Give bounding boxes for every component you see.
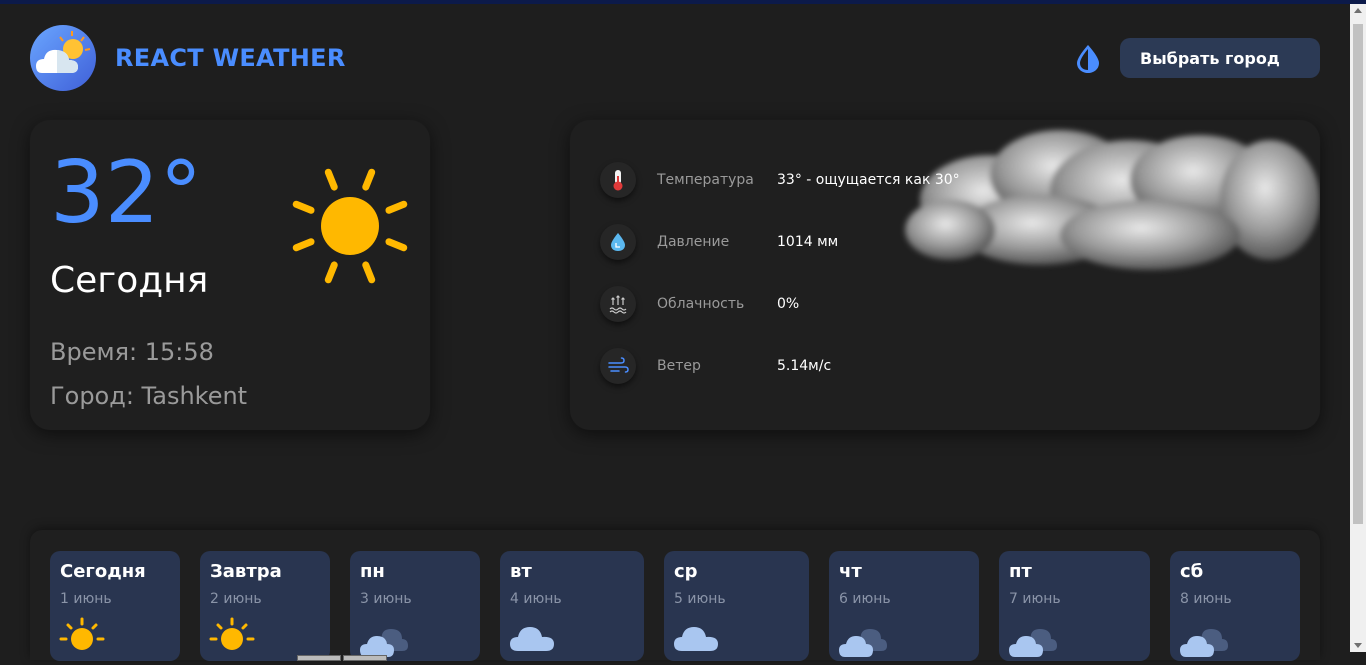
day-name: пн [360, 561, 385, 582]
day-date: 2 июнь [210, 591, 262, 607]
taskbar-fragment [297, 646, 391, 661]
detail-row-pressure: Давление 1014 мм [600, 224, 1000, 260]
page-scrollbar[interactable] [1350, 4, 1366, 652]
day-card-6[interactable]: пт 7 июнь [999, 551, 1150, 661]
detail-label: Облачность [657, 296, 745, 312]
sun-icon [59, 617, 105, 650]
scroll-down-arrow-icon[interactable] [1354, 643, 1362, 648]
cloud-icon [510, 627, 554, 651]
thermometer-icon [600, 162, 636, 198]
detail-row-cloudiness: Облачность 0% [600, 286, 1000, 322]
day-name: Завтра [210, 561, 282, 582]
day-card-7[interactable]: сб 8 июнь [1170, 551, 1300, 661]
today-weather-card: 32° Сегодня Время: 15:58 Город: Tashkent [30, 120, 430, 430]
day-name: ср [674, 561, 698, 582]
day-card-0[interactable]: Сегодня 1 июнь [50, 551, 180, 661]
cloudiness-icon [600, 286, 636, 322]
detail-value: 1014 мм [777, 234, 839, 250]
sun-icon [292, 168, 408, 284]
day-date: 5 июнь [674, 591, 726, 607]
cloudy-icon [839, 629, 887, 657]
taskbar-item[interactable] [297, 655, 341, 661]
detail-label: Давление [657, 234, 730, 250]
day-date: 7 июнь [1009, 591, 1061, 607]
day-name: чт [839, 561, 862, 582]
pressure-drop-icon [600, 224, 636, 260]
day-date: 4 июнь [510, 591, 562, 607]
water-drop-icon[interactable] [1074, 44, 1102, 74]
day-card-1[interactable]: Завтра 2 июнь [200, 551, 330, 661]
day-date: 3 июнь [360, 591, 412, 607]
day-date: 1 июнь [60, 591, 112, 607]
day-name: вт [510, 561, 532, 582]
day-card-3[interactable]: вт 4 июнь [500, 551, 644, 661]
select-city-button[interactable]: Выбрать город [1120, 38, 1320, 78]
day-date: 6 июнь [839, 591, 891, 607]
taskbar-item[interactable] [343, 655, 387, 661]
wind-icon [600, 348, 636, 384]
app-title: REACT WEATHER [115, 44, 346, 72]
cloudy-icon [1180, 629, 1228, 657]
weather-details-card: Температура 33° - ощущается как 30° Давл… [570, 120, 1320, 430]
day-name: пт [1009, 561, 1032, 582]
detail-value: 0% [777, 296, 800, 312]
window-top-border [0, 0, 1366, 4]
detail-value: 5.14м/с [777, 358, 832, 374]
day-card-2[interactable]: пн 3 июнь [350, 551, 480, 661]
cloud-icon [674, 627, 718, 651]
detail-value: 33° - ощущается как 30° [777, 172, 960, 188]
cloud-background-image [890, 120, 1320, 300]
current-time: Время: 15:58 [50, 338, 214, 366]
detail-label: Температура [657, 172, 754, 188]
today-label: Сегодня [50, 260, 209, 301]
current-city: Город: Tashkent [50, 382, 248, 410]
sun-icon [209, 617, 255, 650]
scrollbar-thumb[interactable] [1353, 24, 1363, 524]
day-card-5[interactable]: чт 6 июнь [829, 551, 979, 661]
detail-row-wind: Ветер 5.14м/с [600, 348, 1000, 384]
current-temperature: 32° [50, 143, 203, 243]
day-date: 8 июнь [1180, 591, 1232, 607]
day-name: Сегодня [60, 561, 146, 582]
scroll-up-arrow-icon[interactable] [1354, 8, 1362, 13]
detail-row-temperature: Температура 33° - ощущается как 30° [600, 162, 1000, 198]
day-card-4[interactable]: ср 5 июнь [664, 551, 809, 661]
detail-label: Ветер [657, 358, 701, 374]
day-name: сб [1180, 561, 1204, 582]
cloud-sun-logo-icon [30, 25, 96, 91]
cloudy-icon [1009, 629, 1057, 657]
